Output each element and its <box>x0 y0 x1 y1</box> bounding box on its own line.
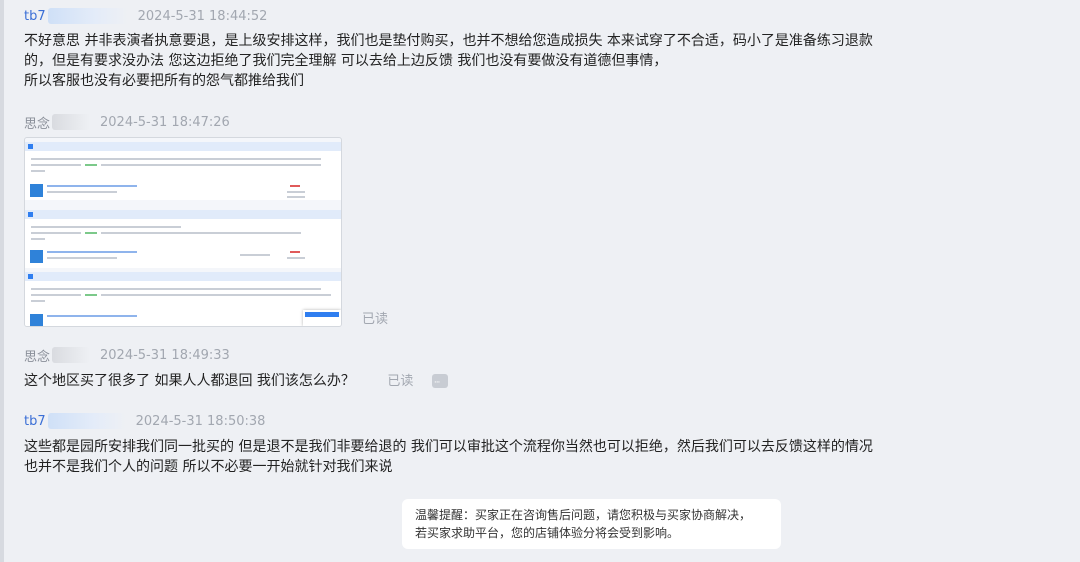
message-line: 这些都是园所安排我们同一批买的 但是退不是我们非要给退的 我们可以审批这个流程你… <box>24 439 873 455</box>
message-2: 思念 2024-5-31 18:47:26 <box>24 112 230 132</box>
message-text: 不好意思 并非表演者执意要退，是上级安排这样，我们也是垫付购买，也并不想给您造成… <box>24 31 873 91</box>
redacted-name <box>47 8 128 24</box>
notice-line: 温馨提醒：买家正在咨询售后问题，请您积极与买家协商解决， <box>415 508 752 522</box>
redacted-name <box>52 347 91 363</box>
message-line: 的，但是有要求没办法 您这边拒绝了我们完全理解 可以去给上边反馈 我们也没有要做… <box>24 53 668 69</box>
message-line: 不好意思 并非表演者执意要退，是上级安排这样，我们也是垫付购买，也并不想给您造成… <box>24 33 873 49</box>
redacted-name <box>52 114 91 130</box>
redacted-name <box>47 413 126 429</box>
message-header: tb7 2024-5-31 18:50:38 <box>24 411 873 431</box>
message-text: 这个地区买了很多了 如果人人都退回 我们该怎么办？ 已读 <box>24 371 448 393</box>
timestamp: 2024-5-31 18:44:52 <box>137 8 268 24</box>
thumb-popup <box>303 310 341 326</box>
chat-history: tb7 2024-5-31 18:44:52 不好意思 并非表演者执意要退，是上… <box>0 0 1080 562</box>
message-header: 思念 2024-5-31 18:47:26 <box>24 112 230 132</box>
notice-line: 若买家求助平台，您的店铺体验分将会受到影响。 <box>415 526 680 540</box>
sender-name[interactable]: 思念 <box>24 346 50 365</box>
more-options-icon[interactable] <box>431 373 448 393</box>
thumb-order-block <box>25 272 341 326</box>
message-line: 也并不是我们个人的问题 所以不必要一开始就针对我们来说 <box>24 459 393 475</box>
sender-name[interactable]: tb7 <box>24 9 46 24</box>
message-4: tb7 2024-5-31 18:50:38 这些都是园所安排我们同一批买的 但… <box>24 411 873 477</box>
sender-name[interactable]: tb7 <box>24 414 46 429</box>
timestamp: 2024-5-31 18:47:26 <box>100 114 230 130</box>
message-header: 思念 2024-5-31 18:49:33 <box>24 345 448 365</box>
read-status: 已读 <box>387 374 414 389</box>
thumb-order-block <box>25 142 341 200</box>
sender-name[interactable]: 思念 <box>24 113 50 132</box>
message-line: 这个地区买了很多了 如果人人都退回 我们该怎么办？ <box>24 373 355 389</box>
message-header: tb7 2024-5-31 18:44:52 <box>24 6 873 26</box>
read-status: 已读 <box>362 312 389 327</box>
timestamp: 2024-5-31 18:49:33 <box>100 347 230 363</box>
after-sales-notice: 温馨提醒：买家正在咨询售后问题，请您积极与买家协商解决， 若买家求助平台，您的店… <box>402 499 781 549</box>
timestamp: 2024-5-31 18:50:38 <box>135 413 266 429</box>
message-1: tb7 2024-5-31 18:44:52 不好意思 并非表演者执意要退，是上… <box>24 6 873 91</box>
screenshot-image[interactable] <box>24 137 342 327</box>
message-3: 思念 2024-5-31 18:49:33 这个地区买了很多了 如果人人都退回 … <box>24 345 448 393</box>
thumb-order-block <box>25 210 341 268</box>
message-line: 所以客服也没有必要把所有的怨气都推给我们 <box>24 73 304 89</box>
message-text: 这些都是园所安排我们同一批买的 但是退不是我们非要给退的 我们可以审批这个流程你… <box>24 437 873 477</box>
